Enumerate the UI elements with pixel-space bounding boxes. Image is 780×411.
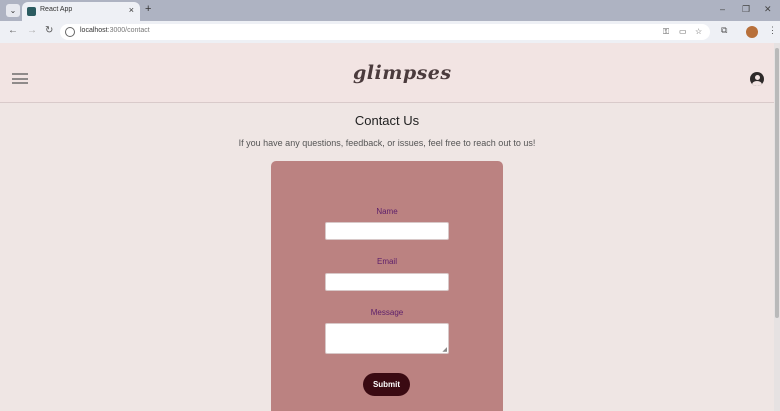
tab-search-button[interactable]: ⌄ [6, 4, 20, 17]
hamburger-icon[interactable] [12, 73, 28, 84]
minimize-button[interactable]: – [720, 4, 725, 14]
name-label: Name [376, 207, 398, 216]
contact-form: Name Email Message ◢ Submit [271, 161, 503, 411]
tab-close-icon[interactable]: × [129, 5, 134, 15]
submit-button[interactable]: Submit [363, 373, 410, 396]
browser-toolbar: ← → ↻ localhost:3000/contact ⚿ ▭ ☆ ⧉ ⋮ [0, 21, 780, 43]
browser-tab-bar: ⌄ React App × + – ❐ ✕ [0, 0, 780, 21]
close-window-button[interactable]: ✕ [764, 4, 772, 15]
email-field[interactable] [325, 273, 449, 291]
page-scrollbar[interactable] [774, 43, 780, 411]
new-tab-button[interactable]: + [145, 3, 151, 15]
browser-tab[interactable]: React App × [22, 2, 140, 21]
bookmark-star-icon[interactable]: ☆ [695, 27, 702, 36]
password-key-icon[interactable]: ⚿ [663, 27, 669, 37]
reload-icon[interactable]: ↻ [45, 25, 53, 36]
page-title: Contact Us [354, 113, 420, 128]
forward-arrow-icon[interactable]: → [27, 25, 37, 36]
main-content: Contact Us If you have any questions, fe… [0, 103, 774, 411]
message-field[interactable]: ◢ [325, 323, 449, 354]
install-app-icon[interactable]: ▭ [679, 27, 687, 36]
page-subtitle: If you have any questions, feedback, or … [238, 138, 536, 148]
tab-title: React App [40, 6, 73, 13]
scrollbar-thumb[interactable] [775, 48, 779, 318]
user-circle-icon[interactable] [750, 72, 764, 86]
more-menu-icon[interactable]: ⋮ [768, 25, 777, 36]
app-header: glimpses [0, 43, 774, 103]
restore-button[interactable]: ❐ [742, 4, 750, 15]
react-favicon-icon [27, 7, 36, 16]
extensions-icon[interactable]: ⧉ [721, 25, 727, 36]
message-label: Message [370, 308, 404, 317]
name-field[interactable] [325, 222, 449, 240]
site-info-icon[interactable] [65, 27, 75, 37]
resize-handle-icon[interactable]: ◢ [442, 346, 447, 353]
email-label: Email [376, 257, 397, 266]
url-text[interactable]: localhost:3000/contact [80, 27, 150, 34]
back-arrow-icon[interactable]: ← [8, 25, 18, 36]
profile-avatar[interactable] [746, 26, 758, 38]
address-bar[interactable]: localhost:3000/contact ⚿ ▭ ☆ [60, 24, 710, 40]
logo[interactable]: glimpses [353, 62, 452, 84]
